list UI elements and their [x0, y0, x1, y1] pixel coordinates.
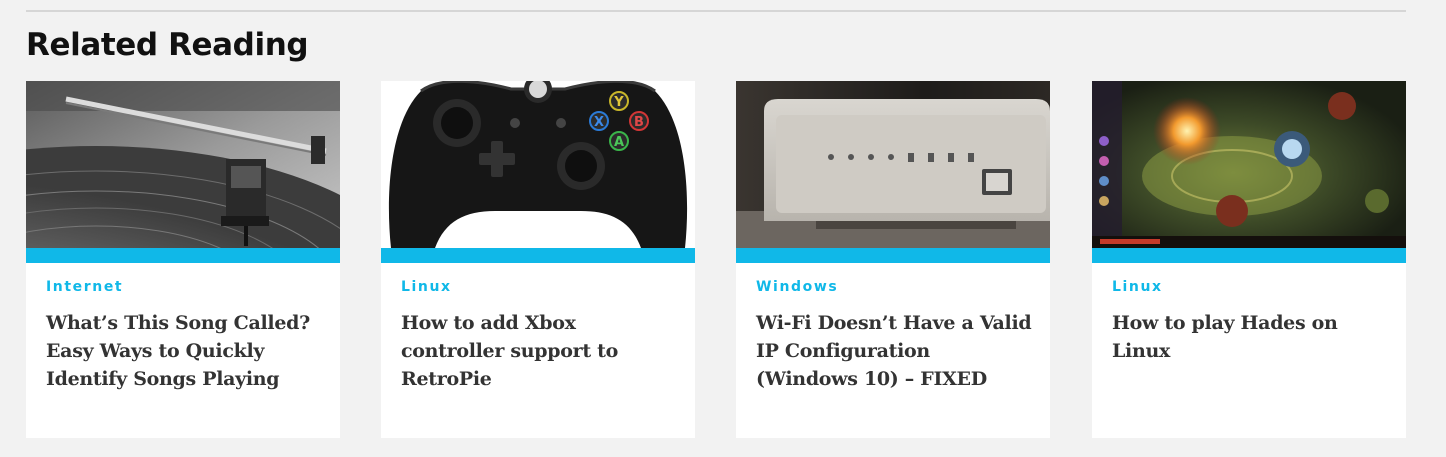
- post-title-link[interactable]: How to add Xbox controller support to Re…: [401, 309, 681, 393]
- card-accent-bar: [26, 248, 340, 263]
- card-accent-bar: [1092, 248, 1406, 263]
- svg-text:Y: Y: [613, 95, 624, 110]
- svg-text:A: A: [614, 135, 624, 150]
- xbox-controller-photo[interactable]: Y X B A: [381, 81, 695, 248]
- router-photo[interactable]: [736, 81, 1050, 248]
- section-title: Related Reading: [26, 27, 309, 63]
- category-link[interactable]: Linux: [401, 279, 452, 295]
- svg-text:B: B: [634, 115, 644, 130]
- related-post-card[interactable]: Windows Wi-Fi Doesn’t Have a Valid IP Co…: [736, 81, 1050, 438]
- post-title-link[interactable]: How to play Hades on Linux: [1112, 309, 1392, 365]
- hades-game-screenshot[interactable]: [1092, 81, 1406, 248]
- category-link[interactable]: Linux: [1112, 279, 1163, 295]
- turntable-photo[interactable]: [26, 81, 340, 248]
- category-link[interactable]: Windows: [756, 279, 838, 295]
- category-link[interactable]: Internet: [46, 279, 123, 295]
- related-post-card[interactable]: Y X B A Linux How to add Xbox controller…: [381, 81, 695, 438]
- related-post-card[interactable]: Linux How to play Hades on Linux: [1092, 81, 1406, 438]
- post-title-link[interactable]: What’s This Song Called? Easy Ways to Qu…: [46, 309, 326, 393]
- card-accent-bar: [381, 248, 695, 263]
- related-post-card[interactable]: Internet What’s This Song Called? Easy W…: [26, 81, 340, 438]
- svg-text:X: X: [594, 115, 604, 130]
- related-reading-section: Related Reading Internet What’s This Son…: [0, 0, 1446, 457]
- post-title-link[interactable]: Wi-Fi Doesn’t Have a Valid IP Configurat…: [756, 309, 1036, 393]
- card-accent-bar: [736, 248, 1050, 263]
- section-divider: [26, 10, 1406, 12]
